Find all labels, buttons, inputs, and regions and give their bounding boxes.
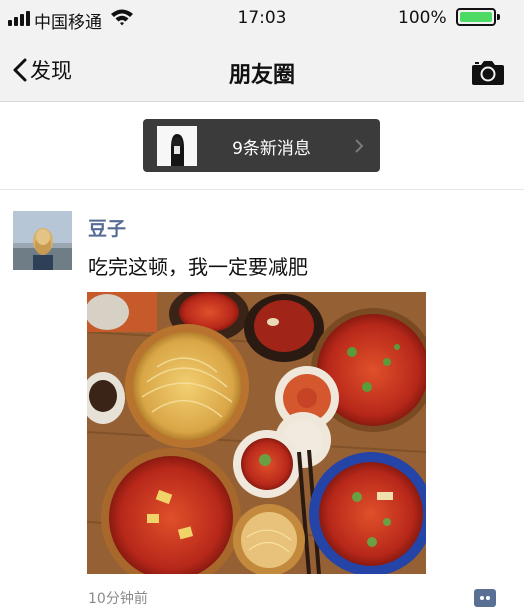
battery-percent: 100% [398,8,447,28]
camera-icon[interactable] [471,58,505,86]
avatar[interactable] [13,211,72,270]
post-text: 吃完这顿，我一定要减肥 [88,255,308,279]
page-title: 朋友圈 [228,63,295,88]
message-sender-avatar [157,126,197,166]
post-photo[interactable] [87,292,426,574]
post-username[interactable]: 豆子 [88,214,126,241]
post-timestamp: 10分钟前 [88,591,148,607]
battery-icon [456,8,500,26]
new-messages-button[interactable]: 9条新消息 [143,119,380,172]
comment-icon[interactable] [474,589,496,607]
chevron-right-icon [355,139,364,153]
new-messages-row: 9条新消息 [0,102,524,190]
battery-fill [460,12,492,22]
status-bar: 中国移通 17:03 100% [0,0,524,38]
nav-bar: 发现 朋友圈 [0,38,524,102]
new-messages-label: 9条新消息 [232,139,311,159]
